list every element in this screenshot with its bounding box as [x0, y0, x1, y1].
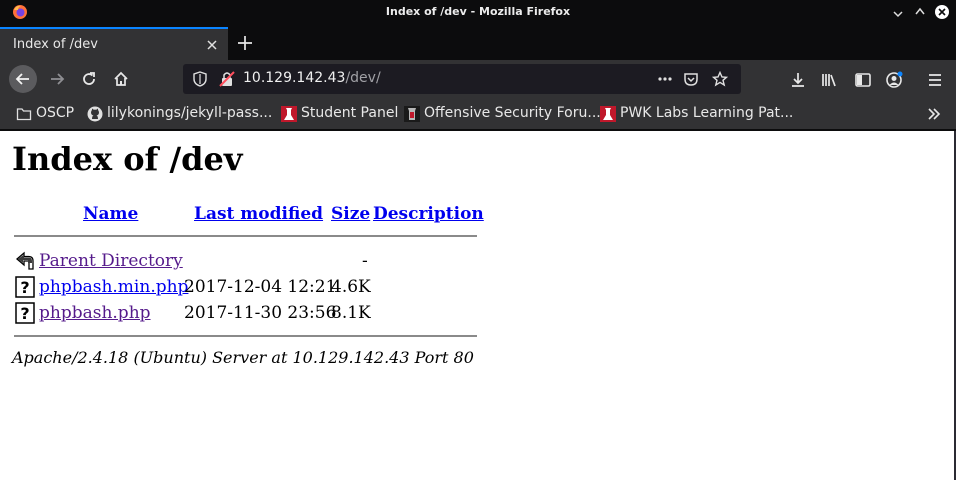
- url-text[interactable]: 10.129.142.43/dev/: [243, 70, 381, 86]
- file-link[interactable]: phpbash.min.php: [39, 277, 188, 297]
- bookmark-student-panel[interactable]: Student Panel: [281, 105, 401, 123]
- table-divider-bottom: [14, 335, 477, 337]
- bookmark-offsec-forum[interactable]: Offensive Security Foru...: [404, 105, 601, 123]
- minimize-icon[interactable]: [890, 4, 906, 20]
- home-button[interactable]: [107, 65, 135, 93]
- close-tab-icon[interactable]: [205, 38, 219, 52]
- close-window-icon[interactable]: [934, 4, 950, 20]
- table-row: Parent Directory -: [0, 249, 480, 273]
- downloads-icon[interactable]: [789, 71, 807, 89]
- bookmark-star-icon[interactable]: [712, 71, 728, 87]
- svg-text:?: ?: [20, 304, 29, 323]
- offsec-icon: [281, 106, 297, 122]
- bookmark-label: OSCP: [36, 105, 75, 121]
- bookmark-label: Student Panel: [301, 105, 399, 121]
- bookmarks-toolbar: OSCP lilykonings/jekyll-pass... Student …: [0, 98, 956, 130]
- new-tab-icon[interactable]: [234, 32, 256, 54]
- file-size: -: [362, 251, 368, 271]
- url-path: /dev/: [345, 70, 381, 86]
- tracking-protection-shield-icon[interactable]: [192, 71, 208, 87]
- github-icon: [87, 106, 103, 122]
- column-header-description[interactable]: Description: [373, 204, 484, 224]
- page-content: Index of /dev Name Last modified Size De…: [0, 131, 954, 480]
- bookmark-oscp[interactable]: OSCP: [16, 105, 78, 123]
- table-row: ? phpbash.php 2017-11-30 23:56 8.1K: [0, 301, 480, 325]
- tab-index-of-dev[interactable]: Index of /dev: [0, 27, 228, 60]
- forward-arrow-icon: [51, 73, 65, 85]
- window-title: Index of /dev - Mozilla Firefox: [385, 5, 571, 18]
- account-icon[interactable]: [885, 71, 903, 89]
- file-modified-date: 2017-11-30 23:56: [184, 303, 337, 323]
- column-header-size[interactable]: Size: [331, 204, 370, 224]
- bookmark-pwk-labs[interactable]: PWK Labs Learning Pat...: [600, 105, 793, 123]
- svg-text:?: ?: [20, 278, 29, 297]
- back-arrow-icon: [16, 251, 34, 270]
- url-bar[interactable]: 10.129.142.43/dev/: [183, 64, 741, 94]
- unknown-file-icon: ?: [15, 276, 35, 298]
- library-icon[interactable]: [820, 71, 838, 89]
- unknown-file-icon: ?: [15, 302, 35, 324]
- back-arrow-icon: [15, 73, 29, 85]
- tab-strip: Index of /dev: [0, 24, 956, 60]
- page-actions-icon[interactable]: [657, 71, 673, 87]
- folder-icon: [16, 108, 32, 121]
- url-host: 10.129.142.43: [243, 70, 346, 86]
- chevron-right-icon[interactable]: [926, 106, 942, 122]
- window-titlebar: Index of /dev - Mozilla Firefox: [0, 0, 956, 24]
- pocket-icon[interactable]: [683, 71, 699, 87]
- maximize-icon[interactable]: [912, 4, 928, 20]
- offsec-icon: [600, 106, 616, 122]
- menu-icon[interactable]: [926, 71, 944, 89]
- parent-directory-link[interactable]: Parent Directory: [39, 251, 183, 271]
- file-size: 8.1K: [331, 303, 371, 323]
- back-button[interactable]: [9, 65, 37, 93]
- table-divider-top: [14, 235, 477, 237]
- bookmark-jekyll-pass[interactable]: lilykonings/jekyll-pass...: [87, 105, 273, 123]
- file-modified-date: 2017-12-04 12:21: [184, 277, 337, 297]
- table-row: ? phpbash.min.php 2017-12-04 12:21 4.6K: [0, 275, 480, 299]
- column-header-name[interactable]: Name: [83, 204, 138, 224]
- home-icon: [114, 71, 128, 86]
- sidebar-icon[interactable]: [854, 71, 872, 89]
- tab-title: Index of /dev: [13, 37, 98, 52]
- file-link[interactable]: phpbash.php: [39, 303, 151, 323]
- forward-button[interactable]: [43, 65, 71, 93]
- column-header-last-modified[interactable]: Last modified: [194, 204, 323, 224]
- reload-button[interactable]: [75, 65, 103, 93]
- insecure-lock-icon[interactable]: [219, 71, 235, 87]
- reload-icon: [83, 72, 95, 85]
- page-heading: Index of /dev: [12, 140, 243, 178]
- bookmark-label: PWK Labs Learning Pat...: [620, 105, 794, 121]
- server-signature: Apache/2.4.18 (Ubuntu) Server at 10.129.…: [12, 348, 474, 367]
- file-size: 4.6K: [331, 277, 371, 297]
- bookmark-label: lilykonings/jekyll-pass...: [107, 105, 273, 121]
- navigation-toolbar: 10.129.142.43/dev/: [0, 60, 956, 98]
- bookmark-label: Offensive Security Foru...: [424, 105, 601, 121]
- forum-icon: [404, 106, 420, 122]
